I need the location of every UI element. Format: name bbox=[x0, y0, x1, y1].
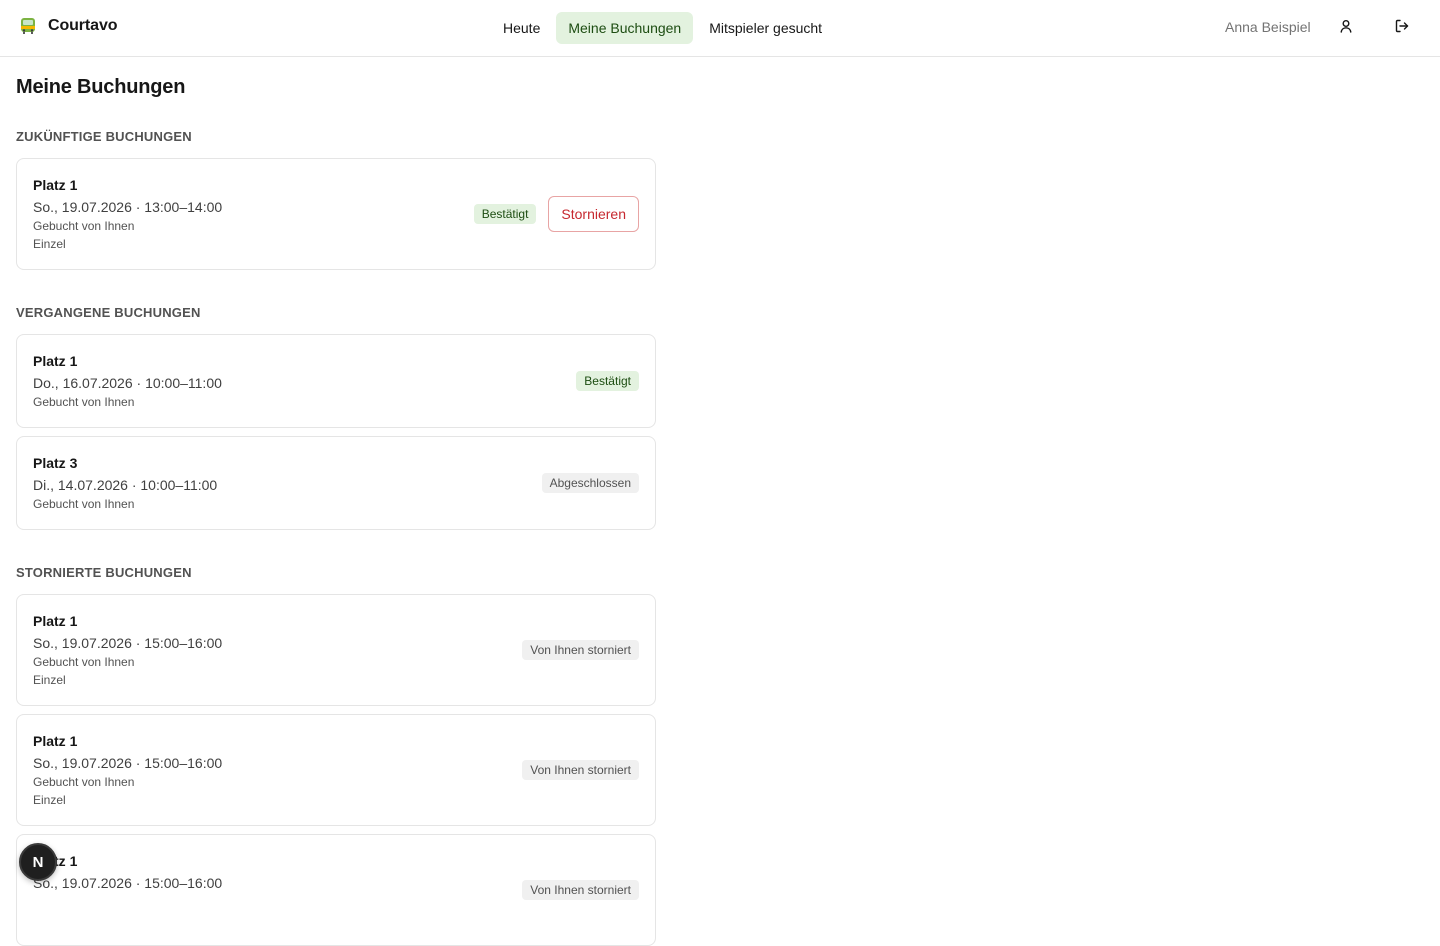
logout-button[interactable] bbox=[1388, 14, 1416, 42]
booking-card: Platz 1 Do., 16.07.2026 · 10:00–11:00 Ge… bbox=[16, 334, 656, 428]
booking-court: Platz 1 bbox=[33, 733, 78, 749]
tram-icon bbox=[19, 17, 37, 35]
booking-card: Platz 1 So., 19.07.2026 · 15:00–16:00 Vo… bbox=[16, 834, 656, 946]
cancel-booking-button[interactable]: Stornieren bbox=[548, 196, 639, 232]
nav-item-meine-buchungen[interactable]: Meine Buchungen bbox=[556, 12, 694, 44]
section-title-past: Vergangene Buchungen bbox=[16, 305, 201, 320]
booking-type: Einzel bbox=[33, 793, 66, 807]
user-name: Anna Beispiel bbox=[1225, 19, 1311, 35]
booking-type: Einzel bbox=[33, 673, 66, 687]
booking-court: Platz 3 bbox=[33, 455, 78, 471]
booking-court: Platz 1 bbox=[33, 353, 78, 369]
booking-booked-by: Gebucht von Ihnen bbox=[33, 395, 135, 409]
status-badge: Von Ihnen storniert bbox=[522, 640, 639, 660]
booking-date: Do., 16.07.2026 · 10:00–11:00 bbox=[33, 375, 222, 391]
booking-card: Platz 1 So., 19.07.2026 · 15:00–16:00 Ge… bbox=[16, 714, 656, 826]
app-name: Courtavo bbox=[48, 17, 118, 34]
nav-item-heute[interactable]: Heute bbox=[491, 12, 552, 44]
top-navigation-bar: Courtavo Heute Meine Buchungen Mitspiele… bbox=[0, 0, 1440, 57]
booking-booked-by: Gebucht von Ihnen bbox=[33, 497, 135, 511]
profile-button[interactable] bbox=[1332, 14, 1360, 42]
booking-court: Platz 1 bbox=[33, 613, 78, 629]
logout-icon bbox=[1394, 18, 1410, 39]
booking-court: Platz 1 bbox=[33, 853, 78, 869]
booking-card: Platz 3 Di., 14.07.2026 · 10:00–11:00 Ge… bbox=[16, 436, 656, 530]
status-badge: Bestätigt bbox=[473, 204, 537, 224]
status-badge: Von Ihnen storniert bbox=[522, 880, 639, 900]
booking-card: Platz 1 So., 19.07.2026 · 15:00–16:00 Ge… bbox=[16, 594, 656, 706]
page-title: Meine Buchungen bbox=[16, 76, 186, 98]
status-badge: Von Ihnen storniert bbox=[522, 760, 639, 780]
booking-card: Platz 1 So., 19.07.2026 · 13:00–14:00 Ge… bbox=[16, 158, 656, 270]
main-content: Meine Buchungen Zukünftige Buchungen Pla… bbox=[16, 57, 656, 946]
status-badge: Bestätigt bbox=[576, 371, 639, 391]
main-nav: Heute Meine Buchungen Mitspieler gesucht bbox=[491, 12, 834, 44]
booking-court: Platz 1 bbox=[33, 177, 78, 193]
booking-type: Einzel bbox=[33, 237, 66, 251]
section-title-cancelled: Stornierte Buchungen bbox=[16, 565, 192, 580]
status-badge: Abgeschlossen bbox=[541, 473, 639, 493]
nav-item-mitspieler-gesucht[interactable]: Mitspieler gesucht bbox=[697, 12, 834, 44]
dev-tools-button[interactable]: N bbox=[19, 843, 57, 881]
brand[interactable]: Courtavo bbox=[19, 17, 118, 35]
user-icon bbox=[1338, 18, 1354, 39]
section-title-upcoming: Zukünftige Buchungen bbox=[16, 129, 192, 144]
